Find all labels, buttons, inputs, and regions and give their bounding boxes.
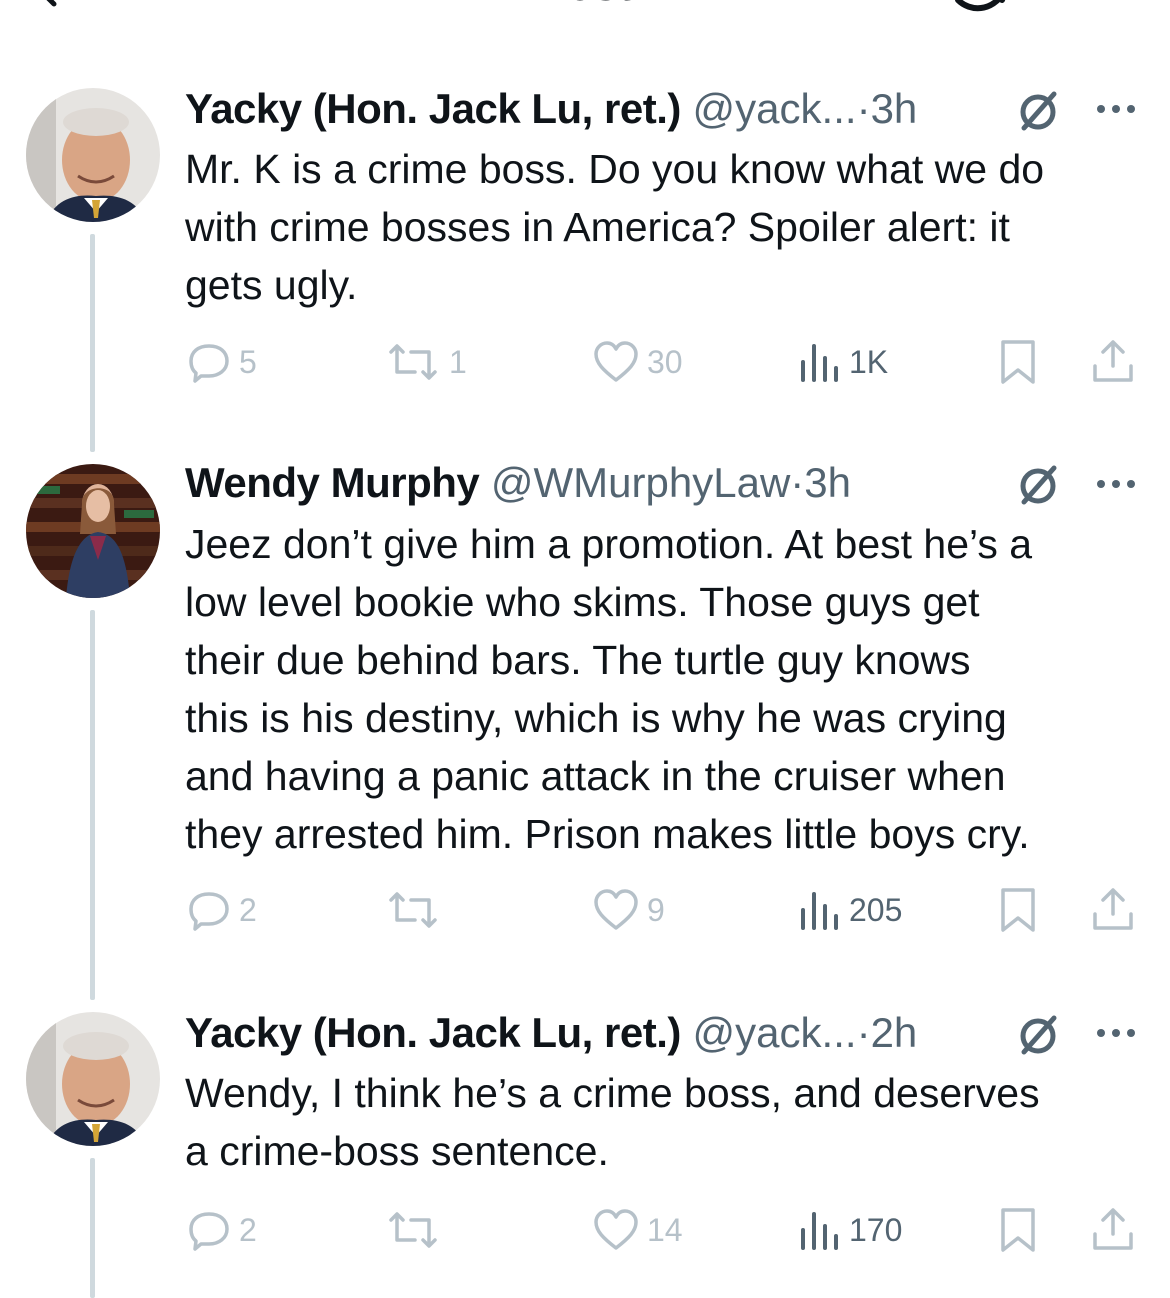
views-count: 205 xyxy=(849,891,903,928)
reply-count: 2 xyxy=(239,891,257,928)
author-handle[interactable]: @WMurphyLaw xyxy=(491,459,790,506)
separator-dot: · xyxy=(790,459,805,506)
heart-icon xyxy=(594,1209,638,1250)
reply-icon xyxy=(189,344,229,383)
reply-button[interactable]: 2 xyxy=(187,1204,257,1256)
reply-button[interactable]: 5 xyxy=(187,336,257,388)
thread-line xyxy=(90,234,95,450)
views-chart-icon xyxy=(801,1212,838,1250)
share-icon[interactable] xyxy=(1089,336,1137,388)
repost-button[interactable] xyxy=(385,884,449,936)
bookmark-icon[interactable] xyxy=(999,884,1039,936)
repost-button[interactable]: 1 xyxy=(385,336,467,388)
views-button[interactable]: 1K xyxy=(797,336,888,388)
tweet-text: Mr. K is a crime boss. Do you know what … xyxy=(185,146,1045,308)
reply-button[interactable]: 2 xyxy=(187,884,257,936)
more-options-icon[interactable] xyxy=(1094,1026,1138,1040)
separator-dot: · xyxy=(856,1009,871,1056)
bookmark-icon[interactable] xyxy=(999,1204,1039,1256)
grok-icon[interactable] xyxy=(1016,88,1062,134)
tweet[interactable]: Yacky (Hon. Jack Lu, ret.) @yack...·3h M… xyxy=(0,0,1170,450)
views-count: 1K xyxy=(849,343,889,380)
reply-icon xyxy=(189,892,229,931)
more-options-icon[interactable] xyxy=(1094,477,1138,491)
avatar[interactable] xyxy=(26,88,160,222)
like-count: 9 xyxy=(647,891,665,928)
views-button[interactable]: 170 xyxy=(797,1204,902,1256)
repost-icon xyxy=(389,1212,437,1248)
tweet[interactable]: Yacky (Hon. Jack Lu, ret.) @yack...·2h W… xyxy=(0,990,1170,1298)
thread-line xyxy=(90,610,95,1000)
avatar[interactable] xyxy=(26,464,160,598)
reply-count: 5 xyxy=(239,343,257,380)
like-count: 30 xyxy=(647,343,683,380)
reply-count: 2 xyxy=(239,1211,257,1248)
repost-button[interactable] xyxy=(385,1204,449,1256)
more-options-icon[interactable] xyxy=(1094,102,1138,116)
tweet-actions: 2 14 170 xyxy=(185,1204,1145,1256)
separator-dot: · xyxy=(856,85,871,132)
views-button[interactable]: 205 xyxy=(797,884,902,936)
heart-icon xyxy=(594,341,638,382)
views-chart-icon xyxy=(801,892,838,930)
grok-icon[interactable] xyxy=(1016,462,1062,508)
tweet-text: Jeez don’t give him a promotion. At best… xyxy=(185,521,1033,857)
author-handle[interactable]: @yack... xyxy=(693,85,857,132)
repost-icon xyxy=(389,892,437,928)
views-count: 170 xyxy=(849,1211,903,1248)
timestamp[interactable]: 2h xyxy=(871,1009,918,1056)
author-name[interactable]: Wendy Murphy xyxy=(185,459,480,506)
tweet-actions: 5 1 30 1K xyxy=(185,336,1145,388)
timestamp[interactable]: 3h xyxy=(804,459,851,506)
author-name[interactable]: Yacky (Hon. Jack Lu, ret.) xyxy=(185,1009,681,1056)
share-icon[interactable] xyxy=(1089,1204,1137,1256)
timestamp[interactable]: 3h xyxy=(871,85,918,132)
tweet-actions: 2 9 205 xyxy=(185,884,1145,936)
author-name[interactable]: Yacky (Hon. Jack Lu, ret.) xyxy=(185,85,681,132)
reply-icon xyxy=(189,1212,229,1251)
like-button[interactable]: 14 xyxy=(593,1204,683,1256)
like-count: 14 xyxy=(647,1211,683,1248)
repost-icon xyxy=(389,344,437,380)
like-button[interactable]: 9 xyxy=(593,884,665,936)
thread-line-top xyxy=(90,430,95,452)
heart-icon xyxy=(594,889,638,930)
tweet[interactable]: Wendy Murphy @WMurphyLaw·3h Jeez don’t g… xyxy=(0,430,1170,1000)
views-chart-icon xyxy=(801,344,838,382)
like-button[interactable]: 30 xyxy=(593,336,683,388)
grok-icon[interactable] xyxy=(1016,1012,1062,1058)
thread-line xyxy=(90,1158,95,1298)
share-icon[interactable] xyxy=(1089,884,1137,936)
tweet-text: Wendy, I think he’s a crime boss, and de… xyxy=(185,1070,1040,1174)
avatar[interactable] xyxy=(26,1012,160,1146)
author-handle[interactable]: @yack... xyxy=(693,1009,857,1056)
repost-count: 1 xyxy=(449,343,467,380)
bookmark-icon[interactable] xyxy=(999,336,1039,388)
